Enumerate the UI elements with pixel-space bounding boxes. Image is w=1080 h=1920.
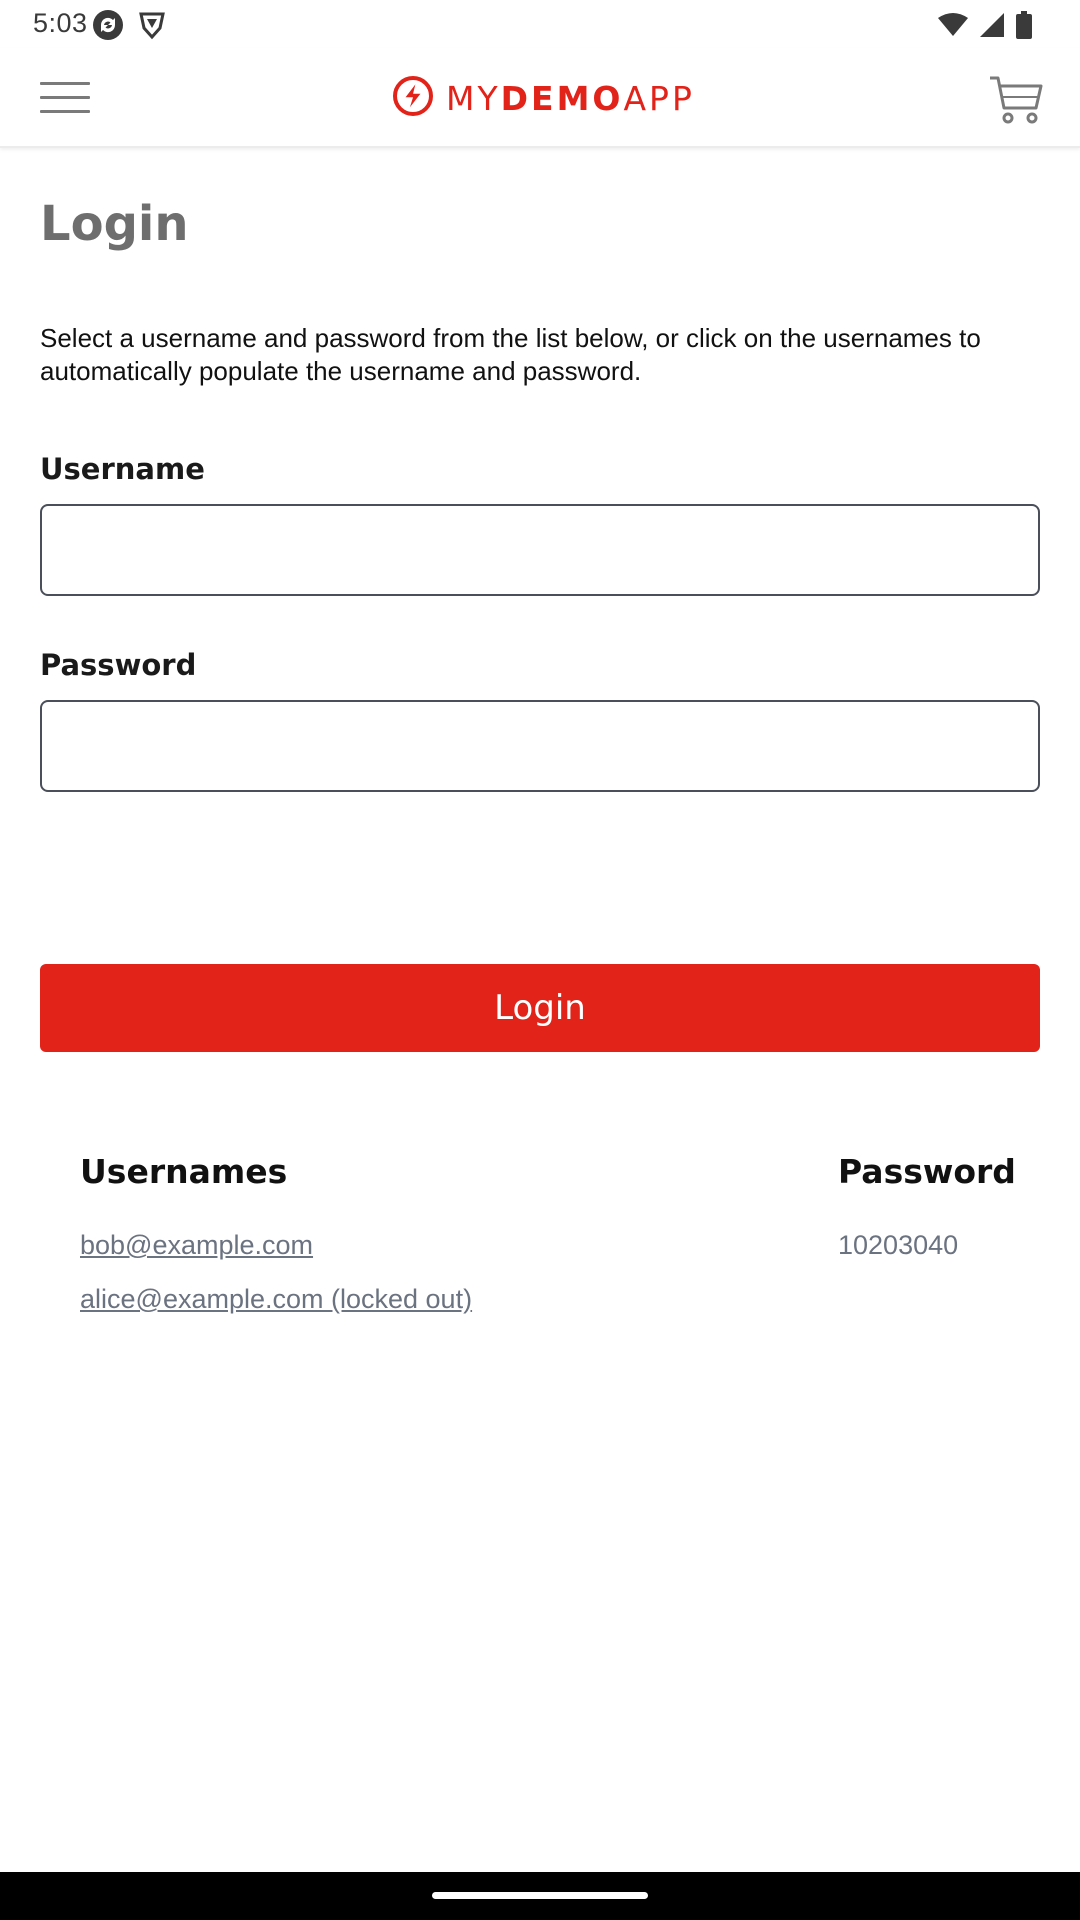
wifi-icon [938,12,968,43]
sync-icon [92,9,124,46]
shopping-cart-icon[interactable] [988,74,1044,126]
status-right-icons [938,11,1032,44]
username-input[interactable] [40,504,1040,596]
username-label: Username [40,452,205,486]
password-value: 10203040 [838,1230,959,1260]
usernames-header: Usernames [80,1152,288,1191]
logo-text: MYDEMOAPP [446,79,695,118]
lightning-bolt-logo-icon [392,75,434,122]
logo-text-my: MY [446,78,501,118]
logo-text-demo: DEMO [500,78,624,118]
system-nav-bar [0,1872,1080,1920]
app-header: MYDEMOAPP [0,48,1080,148]
password-header: Password [838,1152,1016,1191]
shield-icon [138,10,166,45]
login-button[interactable]: Login [40,964,1040,1052]
username-link-alice[interactable]: alice@example.com (locked out) [80,1284,472,1315]
app-logo: MYDEMOAPP [392,75,695,122]
login-description: Select a username and password from the … [40,323,981,386]
status-time: 5:03 [33,8,88,38]
page-title: Login [40,196,189,252]
logo-text-app: APP [623,78,695,118]
password-input[interactable] [40,700,1040,792]
password-label: Password [40,648,197,682]
home-indicator[interactable] [432,1892,648,1899]
battery-icon [1016,11,1032,44]
signal-icon [978,12,1006,43]
status-bar: 5:03 [0,0,1080,48]
status-left-icons [92,9,166,46]
hamburger-menu-icon[interactable] [40,82,90,114]
username-link-bob[interactable]: bob@example.com [80,1230,313,1261]
